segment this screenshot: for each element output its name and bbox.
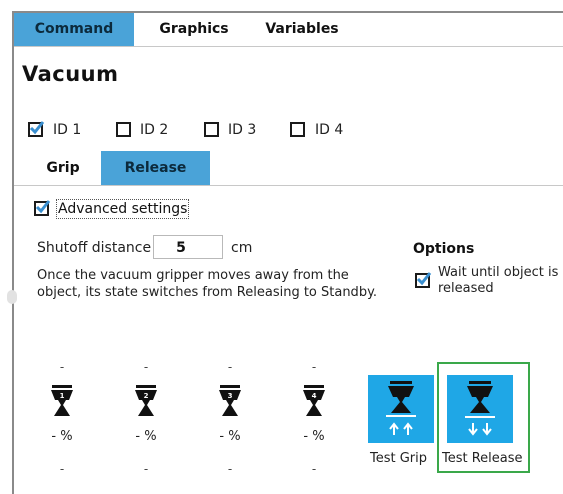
gripper-4-percent: - % xyxy=(303,429,325,444)
test-release-label: Test Release xyxy=(442,451,523,466)
shutoff-description-line1: Once the vacuum gripper moves away from … xyxy=(37,268,349,283)
main-tab-bar: Command Graphics Variables xyxy=(14,13,563,47)
tab-grip[interactable]: Grip xyxy=(20,151,106,185)
id4-checkbox[interactable] xyxy=(290,122,305,137)
gripper-1-top-value: - xyxy=(59,360,65,374)
panel-left-border xyxy=(12,11,14,494)
gripper-4-status: - 4 - % - xyxy=(284,360,344,476)
gripper-3-top-value: - xyxy=(227,360,233,374)
gripper-3-percent: - % xyxy=(219,429,241,444)
id3-label: ID 3 xyxy=(228,122,257,138)
suction-grip-icon xyxy=(386,381,416,435)
gripper-3-status: - 3 - % - xyxy=(200,360,260,476)
gripper-3-bottom-value: - xyxy=(227,462,233,476)
test-release-button[interactable] xyxy=(447,375,513,443)
id1-label: ID 1 xyxy=(53,122,82,138)
checkmark-icon xyxy=(416,272,432,286)
scroll-handle[interactable] xyxy=(7,290,17,304)
id2-checkbox[interactable] xyxy=(116,122,131,137)
id4-label: ID 4 xyxy=(315,122,344,138)
gripper-4-bottom-value: - xyxy=(311,462,317,476)
shutoff-description-line2: object, its state switches from Releasin… xyxy=(37,285,378,300)
gripper-2-percent: - % xyxy=(135,429,157,444)
sub-tab-bar: Grip Release xyxy=(14,151,563,186)
checkmark-icon xyxy=(35,200,51,214)
gripper-4-top-value: - xyxy=(311,360,317,374)
gripper-1-percent: - % xyxy=(51,429,73,444)
advanced-settings-checkbox[interactable] xyxy=(34,200,51,216)
test-grip-label: Test Grip xyxy=(370,451,428,466)
wait-until-released-checkbox[interactable] xyxy=(415,272,432,288)
gripper-1-status: - 1 - % - xyxy=(32,360,92,476)
advanced-settings-label[interactable]: Advanced settings xyxy=(56,199,190,219)
id1-checkbox[interactable] xyxy=(28,121,45,137)
suction-cup-4-icon: 4 xyxy=(303,385,325,416)
gripper-1-number: 1 xyxy=(60,392,65,400)
suction-cup-3-icon: 3 xyxy=(219,385,241,416)
id2-label: ID 2 xyxy=(140,122,169,138)
gripper-1-bottom-value: - xyxy=(59,462,65,476)
shutoff-distance-input[interactable]: 5 xyxy=(153,235,223,259)
test-grip-button[interactable] xyxy=(368,375,434,443)
tab-graphics[interactable]: Graphics xyxy=(144,13,244,46)
checkmark-icon xyxy=(29,121,45,135)
gripper-2-top-value: - xyxy=(143,360,149,374)
gripper-2-status: - 2 - % - xyxy=(116,360,176,476)
shutoff-unit: cm xyxy=(231,240,253,256)
gripper-2-bottom-value: - xyxy=(143,462,149,476)
page-title: Vacuum xyxy=(22,62,119,86)
id3-checkbox[interactable] xyxy=(204,122,219,137)
suction-release-icon xyxy=(465,381,495,436)
shutoff-distance-label: Shutoff distance xyxy=(37,240,152,256)
suction-cup-1-icon: 1 xyxy=(51,385,73,416)
gripper-2-number: 2 xyxy=(144,392,149,400)
tab-command[interactable]: Command xyxy=(14,13,134,46)
tab-release[interactable]: Release xyxy=(101,151,210,185)
options-title: Options xyxy=(413,241,475,257)
gripper-4-number: 4 xyxy=(312,392,317,400)
wait-option-line1: Wait until object is xyxy=(438,265,559,280)
suction-cup-2-icon: 2 xyxy=(135,385,157,416)
gripper-3-number: 3 xyxy=(228,392,233,400)
wait-option-line2: released xyxy=(438,281,494,296)
tab-variables[interactable]: Variables xyxy=(252,13,352,46)
